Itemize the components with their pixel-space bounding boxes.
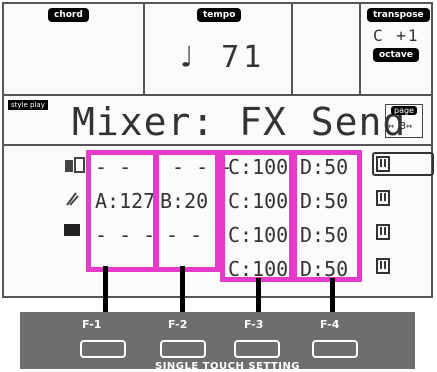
mute-toggle-icon[interactable] (376, 156, 390, 172)
mute-toggle-icon[interactable] (376, 258, 390, 274)
octave-label: octave (373, 48, 419, 62)
page-label: page (391, 106, 417, 115)
page-title-bar: style play Mixer: FX Send page ⇔ 3⇔ (4, 94, 431, 146)
column-b-highlight (154, 150, 220, 272)
f3-button[interactable] (234, 340, 280, 358)
mute-toggle-icon[interactable] (376, 224, 390, 240)
page-indicator[interactable]: page ⇔ 3⇔ (385, 104, 423, 138)
guitar-icon (66, 192, 79, 206)
f4-label: F-4 (320, 318, 340, 331)
transpose-value: C +1 (373, 26, 420, 45)
f1-button[interactable] (80, 340, 126, 358)
f3-label: F-3 (244, 318, 264, 331)
f1-label: F-1 (82, 318, 102, 331)
page-value: ⇔ 3⇔ (388, 121, 413, 132)
single-touch-caption: SINGLE TOUCH SETTING (155, 361, 301, 372)
tempo-label: tempo (197, 8, 242, 22)
tempo-value: ♩ 71 (177, 40, 266, 75)
style-play-badge: style play (8, 100, 48, 110)
mute-toggle-icon[interactable] (376, 190, 390, 206)
acc-icon (64, 224, 80, 236)
empty-header-cell (293, 4, 361, 94)
f4-button[interactable] (312, 340, 358, 358)
column-a-highlight (86, 150, 158, 272)
f2-label: F-2 (168, 318, 188, 331)
column-d-highlight (292, 150, 362, 282)
tempo-cell[interactable]: tempo ♩ 71 (145, 4, 293, 94)
page-title: Mixer: FX Send (72, 100, 407, 144)
lcd-display: chord tempo ♩ 71 transpose C +1 octave s… (2, 2, 434, 298)
drum-icon (65, 157, 85, 173)
column-c-highlight (220, 150, 294, 282)
f2-button[interactable] (160, 340, 206, 358)
transpose-cell[interactable]: transpose C +1 octave (361, 4, 431, 94)
chord-cell[interactable]: chord (4, 4, 145, 94)
transpose-label: transpose (367, 8, 430, 22)
chord-label: chord (48, 8, 89, 22)
function-button-panel: F-1 F-2 F-3 F-4 SINGLE TOUCH SETTING (20, 312, 415, 372)
